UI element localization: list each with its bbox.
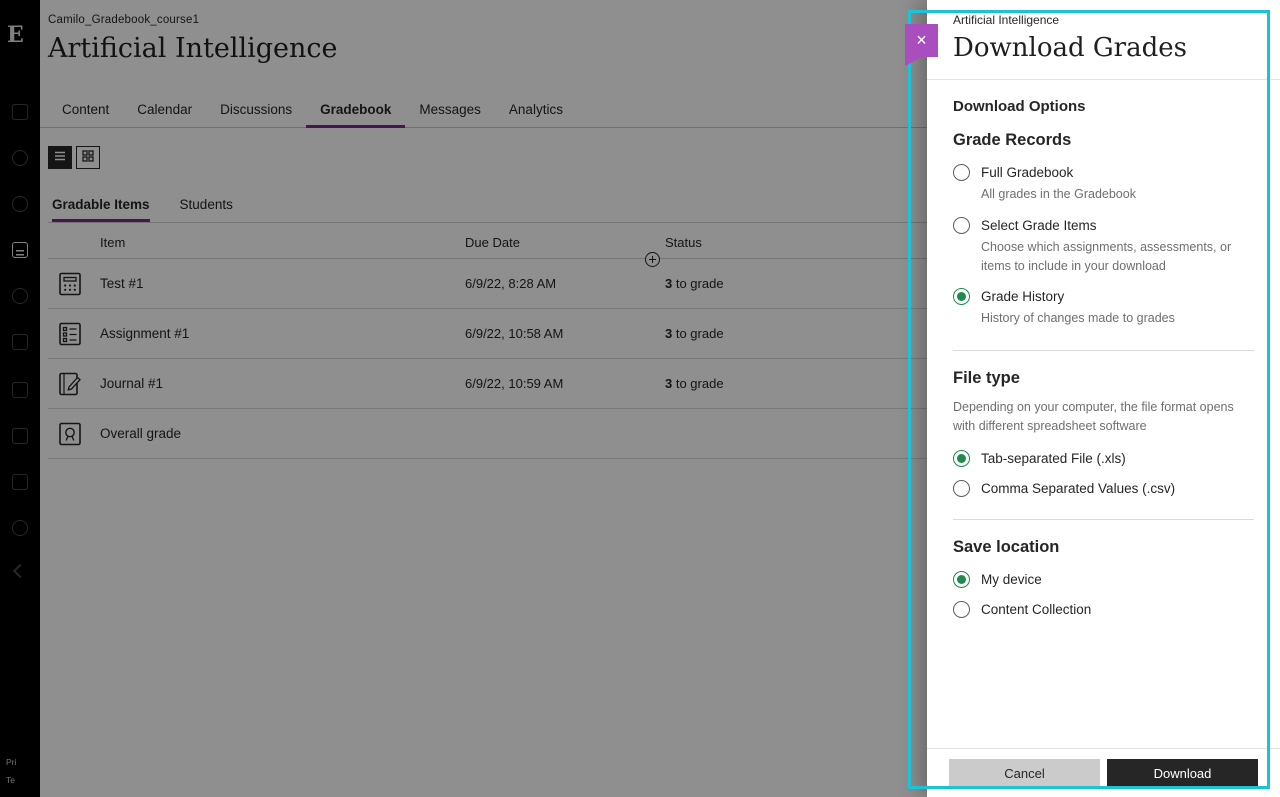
option-label: Content Collection: [981, 601, 1091, 617]
section-divider: [953, 519, 1254, 520]
panel-header: Artificial Intelligence Download Grades: [927, 0, 1280, 80]
option-label: Grade History: [981, 288, 1175, 304]
radio-button[interactable]: [953, 480, 970, 497]
file-type-heading: File type: [953, 369, 1254, 388]
radio-button[interactable]: [953, 571, 970, 588]
cancel-button[interactable]: Cancel: [949, 759, 1100, 788]
panel-title: Download Grades: [953, 33, 1254, 63]
grade-records-heading: Grade Records: [953, 131, 1254, 150]
radio-button[interactable]: [953, 450, 970, 467]
option-description: All grades in the Gradebook: [981, 185, 1136, 204]
radio-option-my-device[interactable]: My device: [953, 571, 1254, 588]
file-type-description: Depending on your computer, the file for…: [953, 398, 1248, 436]
option-description: History of changes made to grades: [981, 309, 1175, 328]
radio-option-full-gradebook[interactable]: Full Gradebook All grades in the Gradebo…: [953, 164, 1254, 204]
radio-option-xls[interactable]: Tab-separated File (.xls): [953, 450, 1254, 467]
download-grades-panel: Artificial Intelligence Download Grades …: [927, 0, 1280, 797]
option-description: Choose which assignments, assessments, o…: [981, 238, 1254, 276]
panel-footer: Cancel Download: [927, 748, 1280, 797]
radio-button[interactable]: [953, 217, 970, 234]
close-panel-button[interactable]: ×: [905, 24, 938, 57]
radio-option-content-collection[interactable]: Content Collection: [953, 601, 1254, 618]
radio-button[interactable]: [953, 164, 970, 181]
option-label: Comma Separated Values (.csv): [981, 480, 1175, 496]
save-location-heading: Save location: [953, 538, 1254, 557]
close-icon: ×: [916, 30, 927, 50]
panel-course-label: Artificial Intelligence: [953, 13, 1254, 27]
radio-button[interactable]: [953, 288, 970, 305]
option-label: Full Gradebook: [981, 164, 1136, 180]
screen: Camilo_Gradebook_course1 Artificial Inte…: [0, 0, 1280, 797]
radio-option-select-grade-items[interactable]: Select Grade Items Choose which assignme…: [953, 217, 1254, 276]
radio-option-grade-history[interactable]: Grade History History of changes made to…: [953, 288, 1254, 328]
section-divider: [953, 350, 1254, 351]
option-label: Select Grade Items: [981, 217, 1254, 233]
download-options-heading: Download Options: [953, 98, 1254, 115]
radio-option-csv[interactable]: Comma Separated Values (.csv): [953, 480, 1254, 497]
option-label: Tab-separated File (.xls): [981, 450, 1126, 466]
radio-button[interactable]: [953, 601, 970, 618]
download-button[interactable]: Download: [1107, 759, 1258, 788]
panel-body: Download Options Grade Records Full Grad…: [927, 80, 1280, 618]
option-label: My device: [981, 571, 1042, 587]
